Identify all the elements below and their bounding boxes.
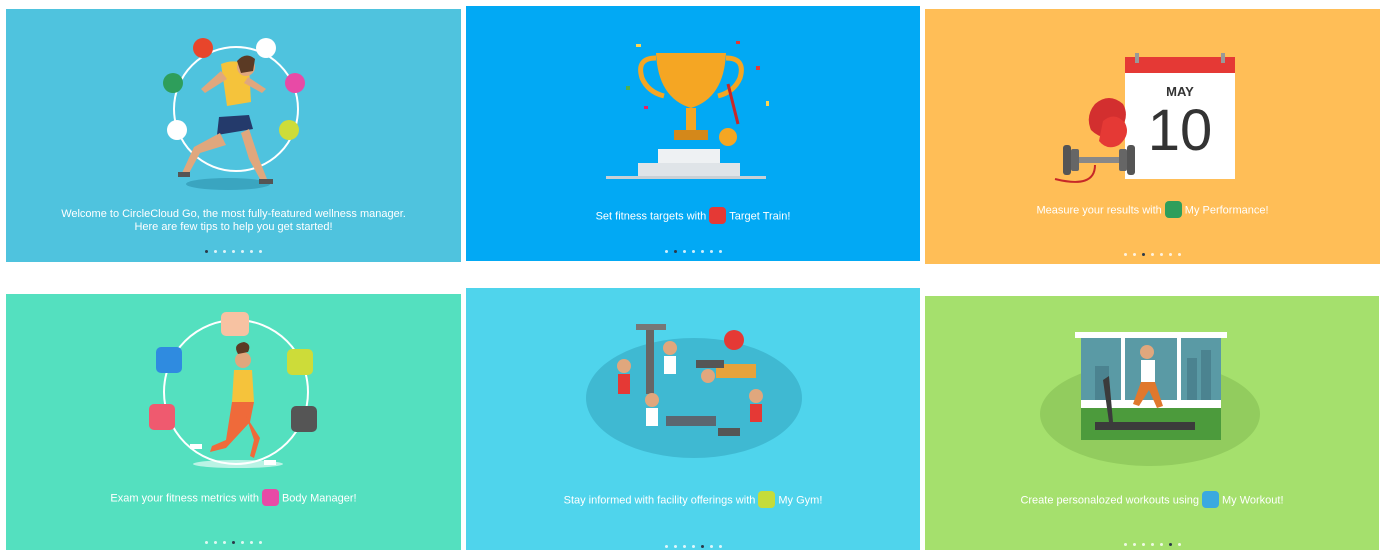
calendar-day: 10 xyxy=(1147,98,1213,163)
page-dot[interactable] xyxy=(718,545,722,548)
gym-illustration xyxy=(586,324,802,458)
page-dot[interactable] xyxy=(1142,253,1145,256)
onboarding-card-target-train[interactable]: Set fitness targets with Target Train! xyxy=(466,6,920,261)
page-dot[interactable] xyxy=(1124,253,1127,256)
caption: Measure your results with My Performance! xyxy=(925,201,1380,219)
page-indicator[interactable] xyxy=(925,543,1379,546)
page-dot[interactable] xyxy=(691,250,695,253)
page-dot[interactable] xyxy=(205,541,208,544)
body-manager-icon xyxy=(261,489,279,506)
onboarding-card-body-manager[interactable]: Exam your fitness metrics with Body Manag… xyxy=(6,294,461,550)
page-dot[interactable] xyxy=(232,541,235,544)
caption: Create personalozed workouts using My Wor… xyxy=(925,491,1379,509)
page-indicator[interactable] xyxy=(6,541,461,544)
gym-icon xyxy=(758,491,776,508)
onboarding-card-welcome[interactable]: Welcome to CircleCloud Go, the most full… xyxy=(6,9,461,262)
onboarding-card-my-performance[interactable]: MAY 10 Measure your results with My Perfo… xyxy=(925,9,1380,264)
calendar-month: MAY xyxy=(1166,84,1194,99)
page-dot[interactable] xyxy=(250,541,253,544)
page-dot[interactable] xyxy=(709,545,713,548)
caption: Welcome to CircleCloud Go, the most full… xyxy=(61,208,406,233)
onboarding-card-my-workout[interactable]: Create personalozed workouts using My Wor… xyxy=(925,296,1379,550)
page-dot[interactable] xyxy=(1123,543,1127,546)
performance-icon xyxy=(1164,201,1182,218)
page-dot[interactable] xyxy=(214,250,217,253)
page-dot[interactable] xyxy=(1151,253,1154,256)
page-dot[interactable] xyxy=(682,545,686,548)
page-dot[interactable] xyxy=(1168,543,1172,546)
page-dot[interactable] xyxy=(673,250,677,253)
page-dot[interactable] xyxy=(1150,543,1154,546)
page-dot[interactable] xyxy=(700,250,704,253)
page-dot[interactable] xyxy=(223,250,226,253)
page-dot[interactable] xyxy=(205,250,208,253)
workout-icon xyxy=(1202,491,1219,508)
page-dot[interactable] xyxy=(709,250,713,253)
target-train-icon xyxy=(709,207,727,224)
caption: Stay informed with facility offerings wi… xyxy=(466,491,920,509)
page-dot[interactable] xyxy=(214,541,217,544)
page-dot[interactable] xyxy=(1160,253,1163,256)
page-dot[interactable] xyxy=(232,250,235,253)
page-dot[interactable] xyxy=(718,250,722,253)
page-dot[interactable] xyxy=(1178,253,1181,256)
page-dot[interactable] xyxy=(1141,543,1145,546)
caption: Set fitness targets with Target Train! xyxy=(466,207,920,225)
page-indicator[interactable] xyxy=(466,250,920,253)
page-indicator[interactable] xyxy=(925,253,1380,256)
page-dot[interactable] xyxy=(682,250,686,253)
treadmill-illustration xyxy=(1040,332,1260,466)
page-dot[interactable] xyxy=(259,250,262,253)
page-dot[interactable] xyxy=(1169,253,1172,256)
page-dot[interactable] xyxy=(664,545,668,548)
page-dot[interactable] xyxy=(223,541,226,544)
page-indicator[interactable] xyxy=(6,250,461,253)
page-dot[interactable] xyxy=(1159,543,1163,546)
page-indicator[interactable] xyxy=(466,545,920,548)
page-dot[interactable] xyxy=(664,250,668,253)
page-dot[interactable] xyxy=(1133,253,1136,256)
page-dot[interactable] xyxy=(1177,543,1181,546)
female-runner-illustration xyxy=(149,312,317,468)
page-dot[interactable] xyxy=(250,250,253,253)
caption: Exam your fitness metrics with Body Manag… xyxy=(6,489,461,507)
page-dot[interactable] xyxy=(241,250,244,253)
page-dot[interactable] xyxy=(1132,543,1136,546)
page-dot[interactable] xyxy=(259,541,262,544)
page-dot[interactable] xyxy=(700,545,704,548)
onboarding-card-my-gym[interactable]: Stay informed with facility offerings wi… xyxy=(466,288,920,550)
page-dot[interactable] xyxy=(691,545,695,548)
page-dot[interactable] xyxy=(241,541,244,544)
page-dot[interactable] xyxy=(673,545,677,548)
